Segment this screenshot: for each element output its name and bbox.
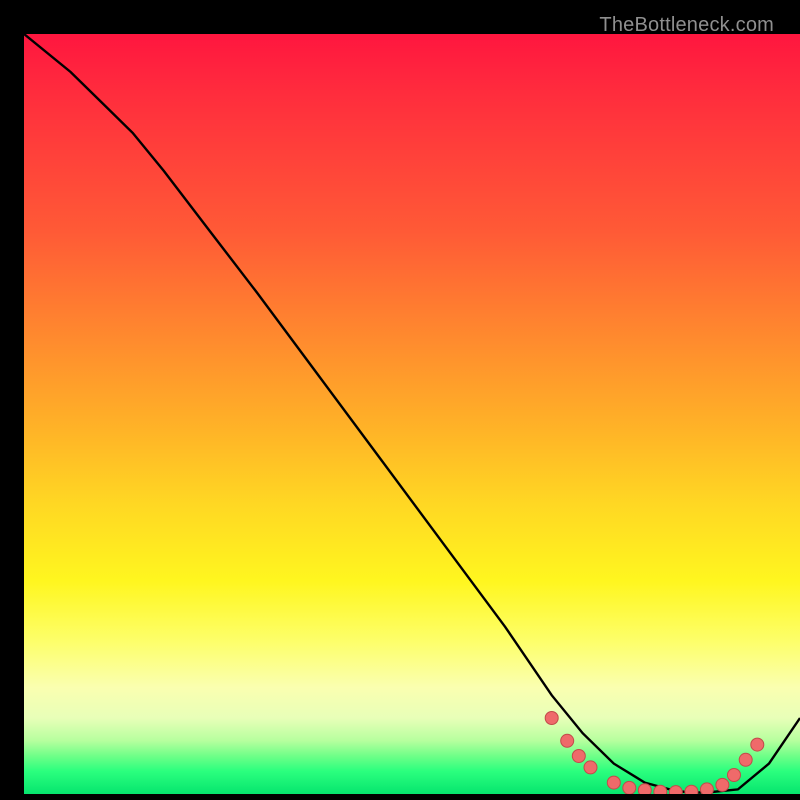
chart-marker — [739, 753, 752, 766]
chart-marker — [623, 781, 636, 794]
chart-marker — [716, 778, 729, 791]
chart-plot-area — [24, 34, 800, 794]
chart-marker — [584, 761, 597, 774]
chart-marker — [638, 784, 651, 794]
chart-svg — [24, 34, 800, 794]
chart-marker — [607, 776, 620, 789]
chart-marker — [654, 785, 667, 794]
chart-marker — [751, 738, 764, 751]
chart-marker — [561, 734, 574, 747]
chart-line — [24, 34, 800, 793]
chart-marker — [685, 785, 698, 794]
chart-markers — [545, 712, 764, 795]
chart-marker — [728, 769, 741, 782]
watermark-text: TheBottleneck.com — [599, 14, 774, 37]
chart-marker — [572, 750, 585, 763]
chart-marker — [669, 786, 682, 794]
chart-marker — [545, 712, 558, 725]
chart-marker — [700, 783, 713, 794]
chart-frame: TheBottleneck.com — [12, 12, 788, 788]
